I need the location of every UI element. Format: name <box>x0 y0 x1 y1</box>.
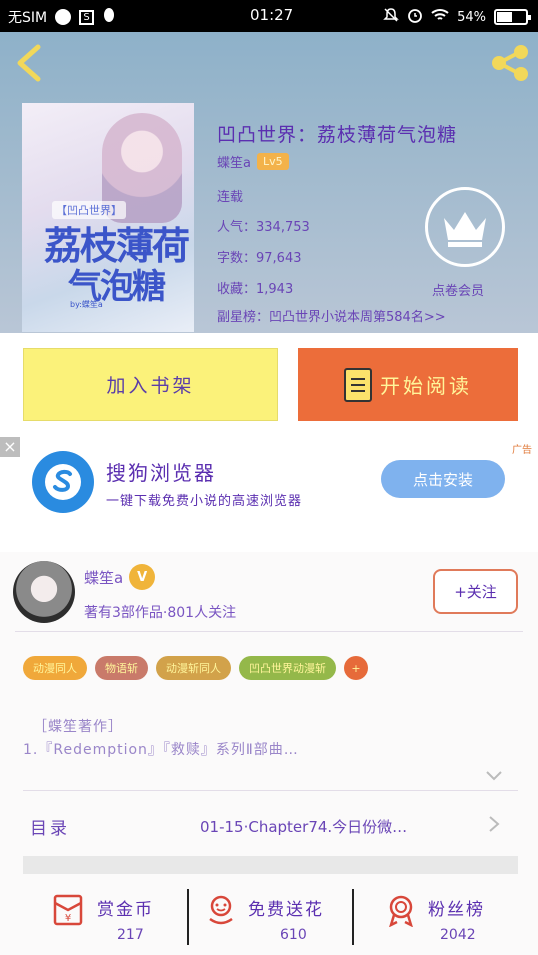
book-title: 凹凸世界：荔枝薄荷气泡糖 <box>217 124 458 146</box>
toc-label[interactable]: 目录 <box>30 814 70 839</box>
sogou-browser-logo-icon <box>32 451 94 513</box>
tag-item[interactable]: 物语斩 <box>95 656 148 680</box>
s-app-icon: S <box>79 9 95 25</box>
back-arrow-icon <box>17 44 41 82</box>
follow-label: +关注 <box>454 583 497 601</box>
back-button[interactable] <box>14 44 44 82</box>
medal-icon <box>389 895 413 927</box>
battery-icon <box>494 9 531 25</box>
free-flowers-value: 610 <box>280 927 307 943</box>
book-cover[interactable]: 【凹凸世界】 荔枝薄荷 气泡糖 by:蝶笙a <box>22 103 194 332</box>
alarm-icon <box>407 7 423 27</box>
carrier-text: 无SIM <box>8 10 48 26</box>
book-author-row[interactable]: 蝶笙a Lv5 <box>217 152 289 171</box>
ad-tag: 广告 <box>512 445 532 456</box>
free-flowers-label: 免费送花 <box>248 900 324 920</box>
clock: 01:27 <box>250 6 294 24</box>
author-name[interactable]: 蝶笙a <box>84 567 123 588</box>
ad-close-button[interactable]: × <box>0 437 20 457</box>
svg-text:¥: ¥ <box>65 913 71 924</box>
wifi-icon <box>431 8 449 26</box>
bottom-stats-bar: ¥ 赏金币 217 免费送花 610 粉丝榜 2042 <box>0 875 538 955</box>
share-button[interactable] <box>490 44 530 82</box>
vip-button[interactable] <box>425 187 505 267</box>
qq-icon <box>102 7 116 27</box>
battery-percent: 54% <box>457 9 486 25</box>
start-reading-label: 开始阅读 <box>380 374 472 398</box>
book-author[interactable]: 蝶笙a <box>217 152 251 171</box>
chevron-down-icon[interactable] <box>485 766 503 784</box>
status-right: 54% <box>383 7 531 27</box>
book-popularity: 人气：334,753 <box>217 220 310 235</box>
browser-icon <box>55 9 72 25</box>
ad-description: 一键下载免费小说的高速浏览器 <box>106 494 303 509</box>
ad-install-button[interactable]: 点击安装 <box>381 460 505 498</box>
ad-title: 搜狗浏览器 <box>106 461 216 485</box>
intro-heading: ［蝶笙著作］ <box>33 719 123 735</box>
reward-coins-button[interactable]: ¥ 赏金币 217 <box>45 889 225 949</box>
fans-ranking-value: 2042 <box>440 927 476 943</box>
add-to-shelf-label: 加入书架 <box>106 375 195 397</box>
book-header: 【凹凸世界】 荔枝薄荷 气泡糖 by:蝶笙a 凹凸世界：荔枝薄荷气泡糖 蝶笙a … <box>0 32 538 333</box>
tag-list: 动漫同人 物语斩 动漫斩同人 凹凸世界动漫斩 + <box>23 656 368 680</box>
divider <box>23 790 518 791</box>
fans-ranking-label: 粉丝榜 <box>428 900 485 920</box>
intro-text: 1.『Redemption』『救赎』系列Ⅱ部曲… <box>23 742 299 758</box>
author-avatar[interactable] <box>13 561 75 623</box>
ad-banner[interactable]: × 广告 搜狗浏览器 一键下载免费小说的高速浏览器 点击安装 <box>0 437 538 552</box>
section-separator <box>23 856 518 874</box>
follow-button[interactable]: +关注 <box>433 569 518 614</box>
author-level-badge: Lv5 <box>256 153 289 170</box>
flower-icon <box>209 895 233 925</box>
tag-item[interactable]: 动漫斩同人 <box>156 656 231 680</box>
book-icon <box>344 367 372 402</box>
chevron-right-icon[interactable] <box>486 814 502 834</box>
toc-latest-chapter[interactable]: 01-15·Chapter74.今日份微… <box>200 816 407 837</box>
share-icon <box>492 45 528 81</box>
author-name-row[interactable]: 蝶笙a V <box>84 564 156 590</box>
tag-item[interactable]: 凹凸世界动漫斩 <box>239 656 336 680</box>
book-rank-link[interactable]: 副星榜：凹凸世界小说本周第584名>> <box>217 306 446 325</box>
add-to-shelf-button[interactable]: 加入书架 <box>23 348 278 421</box>
status-left: 无SIM S <box>8 7 116 27</box>
reward-coins-label: 赏金币 <box>97 900 154 920</box>
status-bar: 无SIM S 01:27 54% <box>0 0 538 32</box>
divider <box>15 631 523 632</box>
verified-badge: V <box>129 564 156 590</box>
book-word-count: 字数：97,643 <box>217 251 302 266</box>
fans-ranking-button[interactable]: 粉丝榜 2042 <box>380 889 538 949</box>
book-status: 连载 <box>217 190 244 205</box>
cover-author: by:蝶笙a <box>70 300 103 309</box>
author-stats: 著有3部作品·801人关注 <box>84 605 237 621</box>
vip-label[interactable]: 点卷会员 <box>432 280 484 299</box>
divider <box>352 889 354 945</box>
tag-item[interactable]: 动漫同人 <box>23 656 87 680</box>
more-tags-button[interactable]: + <box>344 656 368 680</box>
reward-coins-value: 217 <box>117 927 144 943</box>
book-favorites: 收藏：1,943 <box>217 282 294 297</box>
mute-icon <box>383 7 399 27</box>
start-reading-button[interactable]: 开始阅读 <box>298 348 518 421</box>
divider <box>187 889 189 945</box>
crown-icon <box>444 212 486 247</box>
red-packet-icon: ¥ <box>53 894 83 926</box>
